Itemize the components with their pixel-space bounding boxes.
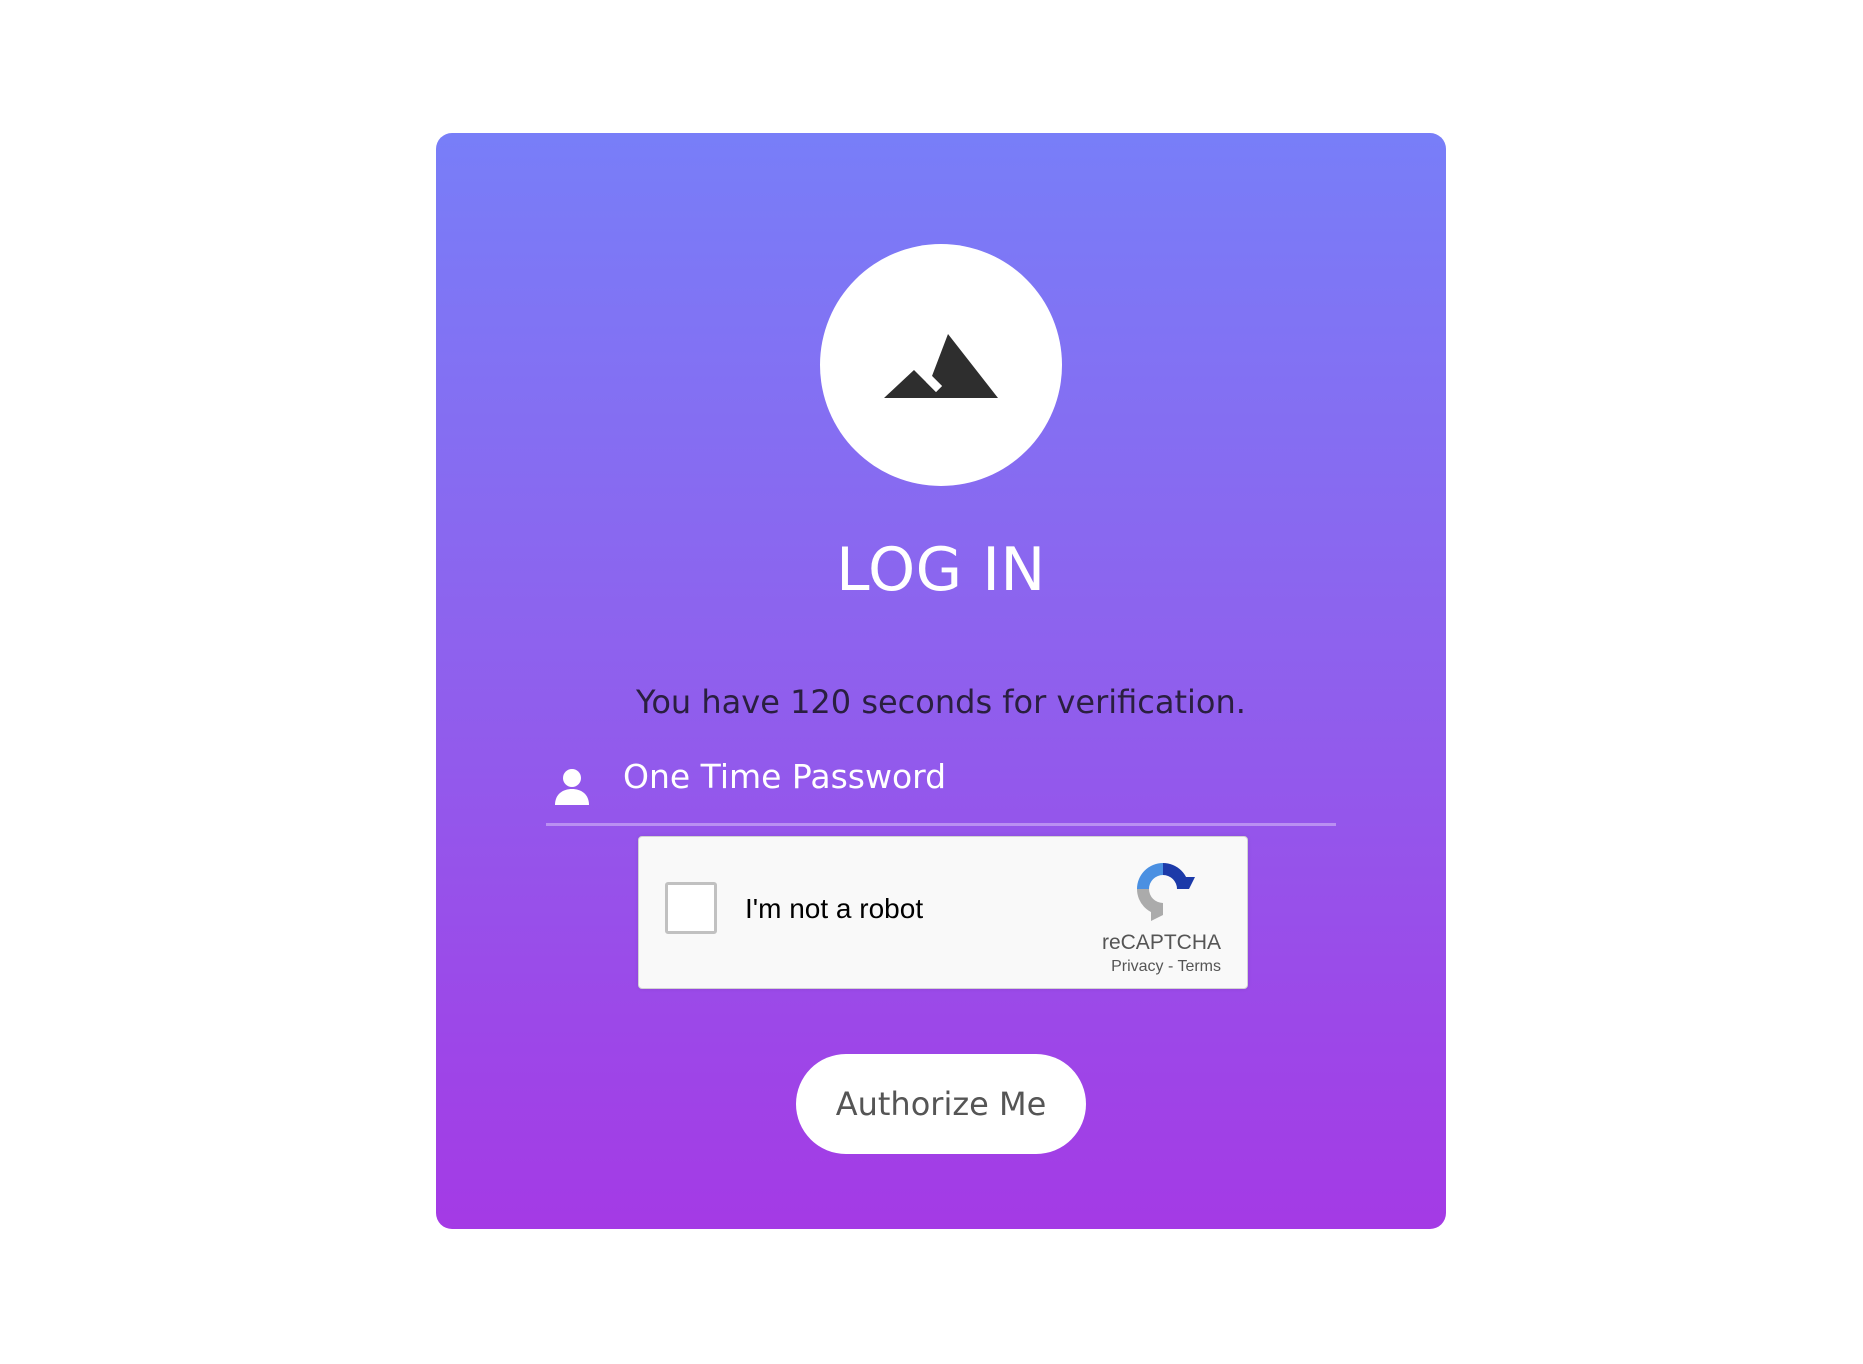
otp-field[interactable]: One Time Password <box>546 743 1336 826</box>
recaptcha-widget: I'm not a robot reCAPTCHA Privacy - Term… <box>638 836 1248 989</box>
captcha-label: I'm not a robot <box>745 893 924 924</box>
recaptcha-logo-icon <box>1137 863 1195 921</box>
verification-timer-text: You have 120 seconds for verification. <box>636 683 1246 721</box>
recaptcha-brand: reCAPTCHA <box>1101 931 1221 954</box>
user-icon <box>555 769 589 805</box>
recaptcha-privacy-terms-link[interactable]: Privacy - Terms <box>1111 958 1221 976</box>
authorize-button[interactable]: Authorize Me <box>796 1054 1086 1154</box>
logo-badge <box>820 244 1062 486</box>
mountain-icon <box>884 334 998 398</box>
page-title: LOG IN <box>836 535 1046 605</box>
login-card: LOG IN You have 120 seconds for verifica… <box>436 133 1446 1229</box>
otp-placeholder[interactable]: One Time Password <box>623 757 946 796</box>
captcha-checkbox[interactable] <box>665 882 717 934</box>
